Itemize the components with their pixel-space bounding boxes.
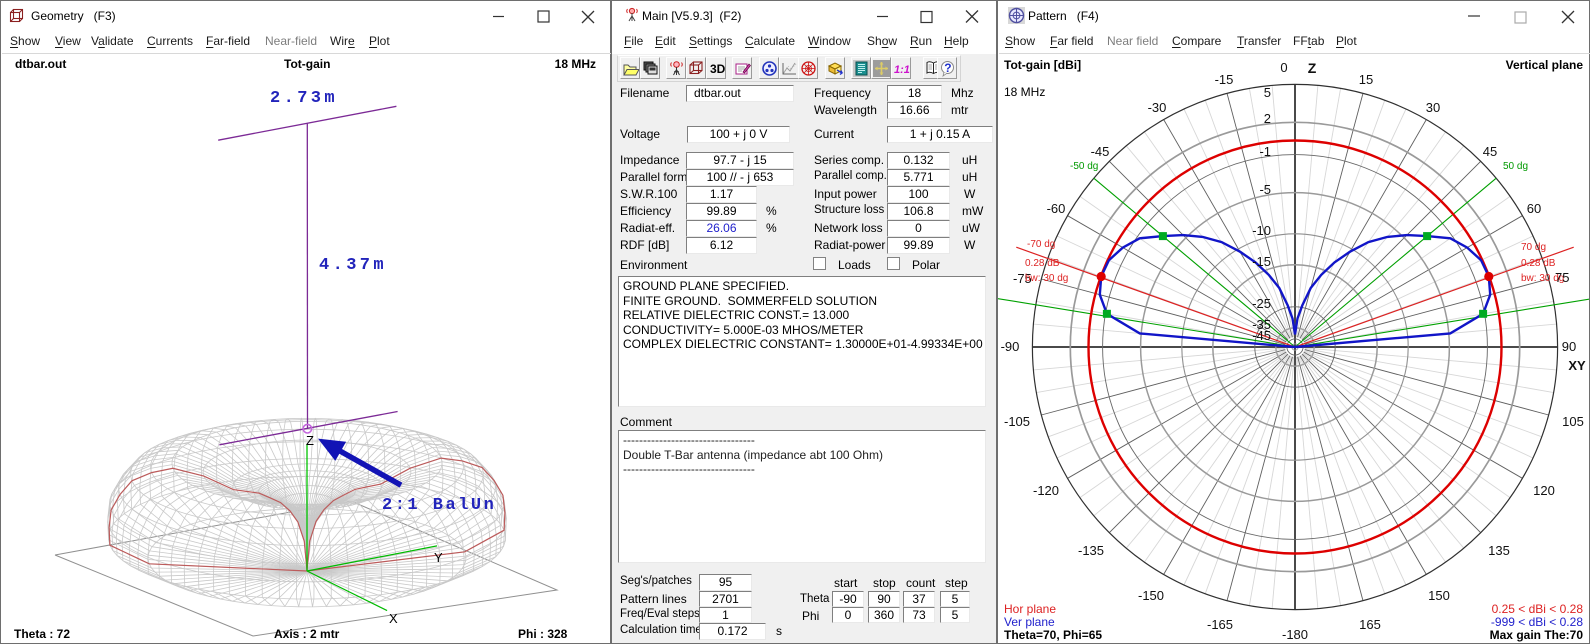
svg-text:-10: -10 <box>1252 223 1271 238</box>
svg-text:120: 120 <box>1533 483 1555 498</box>
svg-text:-45: -45 <box>1252 328 1271 343</box>
svg-text:-105: -105 <box>1004 414 1030 429</box>
svg-text:-150: -150 <box>1138 588 1164 603</box>
svg-text:-90: -90 <box>1001 339 1020 354</box>
svg-text:XY: XY <box>1568 358 1586 373</box>
svg-text:3D: 3D <box>710 62 725 76</box>
svg-text:-45: -45 <box>1091 144 1110 159</box>
svg-text:X: X <box>389 611 398 626</box>
svg-text:30: 30 <box>1426 100 1440 115</box>
svg-text:150: 150 <box>1428 588 1450 603</box>
svg-text:1:1: 1:1 <box>894 64 910 76</box>
svg-text:Y: Y <box>434 550 443 565</box>
svg-text:5: 5 <box>1264 85 1271 100</box>
svg-text:15: 15 <box>1359 72 1373 87</box>
svg-text:-135: -135 <box>1078 543 1104 558</box>
svg-text:-15: -15 <box>1252 254 1271 269</box>
svg-text:Z: Z <box>306 433 314 448</box>
svg-text:-180: -180 <box>1282 627 1308 642</box>
svg-text:2: 2 <box>1264 111 1271 126</box>
svg-text:135: 135 <box>1488 543 1510 558</box>
svg-text:-60: -60 <box>1047 201 1066 216</box>
svg-text:90: 90 <box>1562 339 1576 354</box>
svg-text:60: 60 <box>1527 201 1541 216</box>
svg-text:105: 105 <box>1562 414 1584 429</box>
svg-text:-15: -15 <box>1215 72 1234 87</box>
svg-text:-120: -120 <box>1033 483 1059 498</box>
svg-text:-1: -1 <box>1259 144 1271 159</box>
svg-text:-5: -5 <box>1259 182 1271 197</box>
svg-text:45: 45 <box>1483 144 1497 159</box>
svg-text:-25: -25 <box>1252 296 1271 311</box>
svg-text:-165: -165 <box>1207 617 1233 632</box>
svg-text:-30: -30 <box>1148 100 1167 115</box>
svg-text:0: 0 <box>1280 60 1287 75</box>
svg-text:Z: Z <box>1308 60 1317 76</box>
